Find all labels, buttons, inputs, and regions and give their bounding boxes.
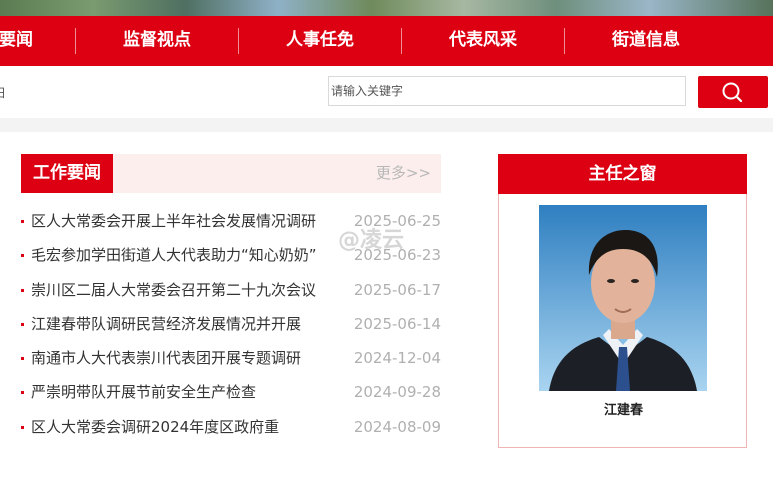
director-portrait[interactable] [539, 205, 707, 391]
news-title[interactable]: 江建春带队调研民营经济发展情况并开展 [31, 309, 349, 339]
nav-item-supervision[interactable]: 监督视点 [76, 16, 238, 66]
list-item[interactable]: 严崇明带队开展节前安全生产检查 2024-09-28 [21, 377, 441, 411]
bullet-icon [21, 288, 24, 292]
director-panel: 主任之窗 江建春 [498, 154, 747, 448]
news-title[interactable]: 区人大常委会开展上半年社会发展情况调研 [31, 206, 349, 236]
news-more-link[interactable]: 更多>> [376, 154, 431, 193]
news-title[interactable]: 严崇明带队开展节前安全生产检查 [31, 377, 349, 407]
news-date: 2024-08-09 [353, 417, 441, 436]
news-title[interactable]: 区人大常委会调研2024年度区政府重 [31, 412, 349, 442]
nav-item-news[interactable]: 要闻 [0, 16, 46, 66]
bullet-icon [21, 391, 24, 395]
news-title[interactable]: 毛宏参加学田街道人大代表助力“知心奶奶” [31, 240, 349, 270]
news-date: 2024-09-28 [353, 383, 441, 402]
news-date: 2024-12-04 [353, 349, 441, 368]
news-section-title: 工作要闻 [21, 154, 113, 193]
list-item[interactable]: 南通市人大代表崇川代表团开展专题调研 2024-12-04 [21, 343, 441, 377]
bullet-icon [21, 254, 24, 258]
search-bar: 日 [0, 66, 773, 118]
director-section-title: 主任之窗 [498, 154, 747, 194]
list-item[interactable]: 江建春带队调研民营经济发展情况并开展 2025-06-14 [21, 309, 441, 343]
watermark: @凌云 [338, 228, 405, 253]
director-name[interactable]: 江建春 [499, 399, 748, 418]
list-item[interactable]: 区人大常委会调研2024年度区政府重 2024-08-09 [21, 412, 441, 446]
news-date: 2025-06-14 [353, 314, 441, 333]
main-nav: 要闻 监督视点 人事任免 代表风采 街道信息 [0, 16, 773, 66]
date-text-fragment: 日 [0, 86, 7, 100]
nav-item-personnel[interactable]: 人事任免 [239, 16, 401, 66]
main-content: 工作要闻 更多>> 区人大常委会开展上半年社会发展情况调研 2025-06-25… [0, 132, 773, 479]
bullet-icon [21, 322, 24, 326]
list-item[interactable]: 崇川区二届人大常委会召开第二十九次会议 2025-06-17 [21, 275, 441, 309]
header-banner-image [0, 0, 773, 16]
news-section-header: 工作要闻 更多>> [21, 154, 441, 193]
news-title[interactable]: 南通市人大代表崇川代表团开展专题调研 [31, 343, 349, 373]
bullet-icon [21, 220, 24, 223]
search-icon [722, 82, 743, 103]
nav-item-street-info[interactable]: 街道信息 [565, 16, 727, 66]
news-title[interactable]: 崇川区二届人大常委会召开第二十九次会议 [31, 275, 349, 305]
news-date: 2025-06-17 [353, 280, 441, 299]
search-button[interactable] [698, 76, 768, 108]
search-input[interactable] [328, 76, 686, 106]
nav-item-deputies[interactable]: 代表风采 [402, 16, 564, 66]
bullet-icon [21, 357, 24, 361]
bullet-icon [21, 425, 24, 429]
